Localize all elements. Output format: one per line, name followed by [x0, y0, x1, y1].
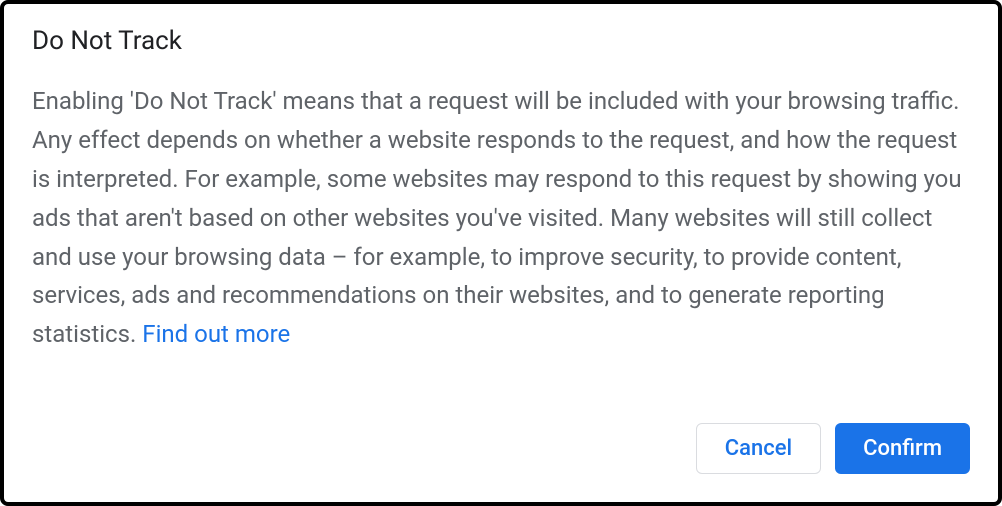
- dialog-title: Do Not Track: [32, 26, 970, 56]
- dialog-body-text: Enabling 'Do Not Track' means that a req…: [32, 87, 962, 348]
- dialog-actions: Cancel Confirm: [32, 423, 970, 474]
- confirm-button[interactable]: Confirm: [835, 423, 970, 474]
- find-out-more-link[interactable]: Find out more: [142, 320, 290, 348]
- do-not-track-dialog: Do Not Track Enabling 'Do Not Track' mea…: [0, 0, 1002, 506]
- dialog-body: Enabling 'Do Not Track' means that a req…: [32, 82, 970, 415]
- cancel-button[interactable]: Cancel: [696, 423, 821, 474]
